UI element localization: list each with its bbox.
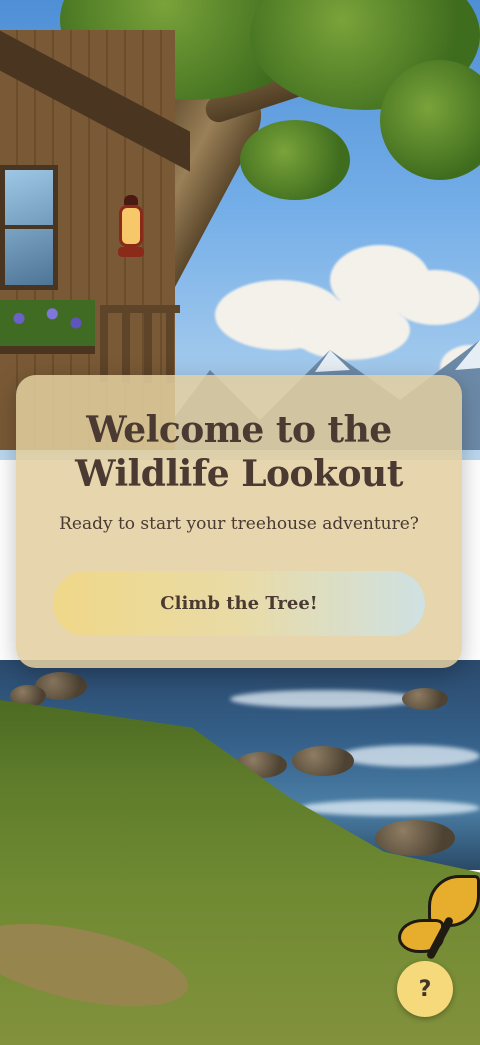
welcome-card: Welcome to the Wildlife Lookout Ready to… [16,375,462,668]
butterfly-icon [398,875,480,965]
welcome-subtitle: Ready to start your treehouse adventure? [59,514,419,534]
river-rapid [230,690,420,708]
balcony-railing [100,305,180,383]
tree-canopy [240,120,350,200]
river-rock [292,746,354,776]
treehouse-window [0,165,58,290]
river-rapid [300,800,480,816]
lantern-icon [116,195,146,263]
climb-tree-button[interactable]: Climb the Tree! [53,571,425,636]
flower-box [0,300,95,354]
help-button[interactable]: ? [397,961,453,1017]
river-rock [402,688,448,710]
river-rapid [340,745,480,767]
welcome-title: Welcome to the Wildlife Lookout [75,409,403,495]
cloud [390,270,480,325]
river-rock [375,820,455,856]
